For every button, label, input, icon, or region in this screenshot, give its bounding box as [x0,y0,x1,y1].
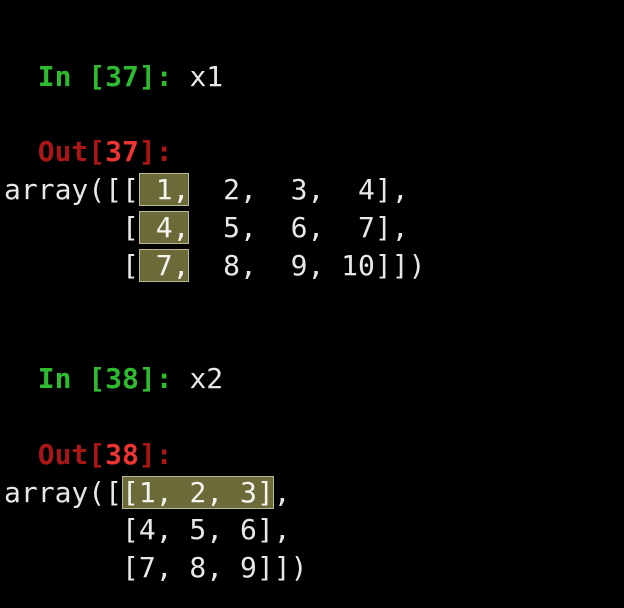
array-row: array([[1, 2, 3], [4,474,620,512]
array-row: [7, 8, 9]]) [4,549,620,587]
array-text: 8, 9, 10]]) [189,249,425,282]
array-text: 5, 6, 7], [189,211,408,244]
highlight-selection[interactable]: 1, [139,173,190,206]
array-text: 2, 3, 4], [189,173,408,206]
out-suffix: ]: [139,135,173,168]
array-text: [ [4,249,139,282]
array-text: , [274,476,291,509]
in-number: 38 [105,362,139,395]
out-suffix: ]: [139,438,173,471]
out-label: Out[ [38,438,105,471]
array-text: [ [4,211,139,244]
out-number: 38 [105,438,139,471]
in-label: In [ [38,362,105,395]
out-label: Out[ [38,135,105,168]
input-line[interactable]: In [37]: x1 [4,20,620,96]
array-text: [4, 5, 6], [4,513,291,546]
output-label-line: Out[37]: [4,96,620,172]
in-suffix: ]: [139,362,190,395]
array-row: [4, 5, 6], [4,511,620,549]
highlight-selection[interactable]: 7, [139,249,190,282]
blank-line [4,285,620,323]
highlight-selection[interactable]: [1, 2, 3] [122,476,274,509]
array-text: [7, 8, 9]]) [4,551,307,584]
out-number: 37 [105,135,139,168]
in-label: In [ [38,60,105,93]
array-text: array([[ [4,173,139,206]
input-expression: x2 [189,362,223,395]
in-number: 37 [105,60,139,93]
highlight-selection[interactable]: 4, [139,211,190,244]
array-row: [ 7, 8, 9, 10]]) [4,247,620,285]
array-text: array([ [4,476,122,509]
input-expression: x1 [189,60,223,93]
output-label-line: Out[38]: [4,398,620,474]
input-line[interactable]: In [38]: x2 [4,322,620,398]
in-suffix: ]: [139,60,190,93]
array-row: [ 4, 5, 6, 7], [4,209,620,247]
array-row: array([[ 1, 2, 3, 4], [4,171,620,209]
